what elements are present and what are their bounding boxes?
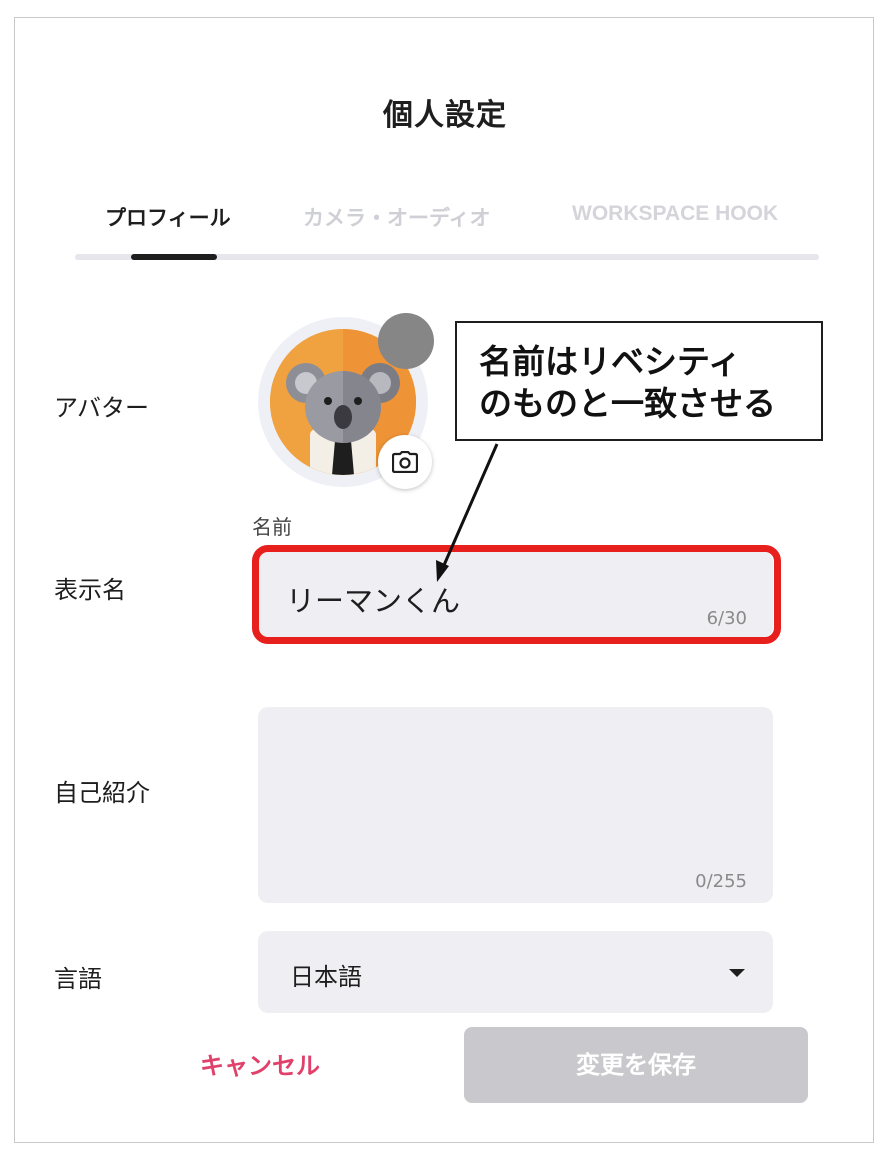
tab-camera-audio[interactable]: カメラ・オーディオ: [303, 202, 491, 232]
tab-active-indicator: [131, 254, 217, 260]
avatar-label: アバター: [54, 394, 150, 422]
change-avatar-button[interactable]: [378, 435, 432, 489]
annotation-callout: 名前はリベシティ のものと一致させる: [455, 321, 823, 441]
tab-bar: プロフィール カメラ・オーディオ WORKSPACE HOOK: [75, 198, 819, 262]
caret-down-icon: [729, 969, 745, 977]
page-title: 個人設定: [383, 98, 507, 133]
camera-icon: [392, 451, 418, 473]
annotation-highlight-box: [252, 545, 781, 644]
avatar-section: [258, 313, 434, 489]
annotation-line-1: 名前はリベシティ: [479, 342, 742, 381]
language-select[interactable]: 日本語: [258, 931, 773, 1013]
bio-counter: 0/255: [695, 871, 747, 892]
annotation-line-2: のものと一致させる: [479, 384, 776, 423]
language-label: 言語: [54, 965, 102, 993]
language-value: 日本語: [290, 963, 362, 991]
save-button[interactable]: 変更を保存: [464, 1027, 808, 1103]
cancel-button[interactable]: キャンセル: [160, 1032, 360, 1100]
bio-label: 自己紹介: [54, 779, 150, 807]
bio-textarea[interactable]: 0/255: [258, 707, 773, 903]
display-name-label: 表示名: [54, 576, 126, 604]
name-field-caption: 名前: [252, 515, 292, 539]
tab-workspace-hook[interactable]: WORKSPACE HOOK: [572, 202, 778, 226]
status-dot: [378, 313, 434, 369]
tab-profile[interactable]: プロフィール: [105, 202, 231, 232]
